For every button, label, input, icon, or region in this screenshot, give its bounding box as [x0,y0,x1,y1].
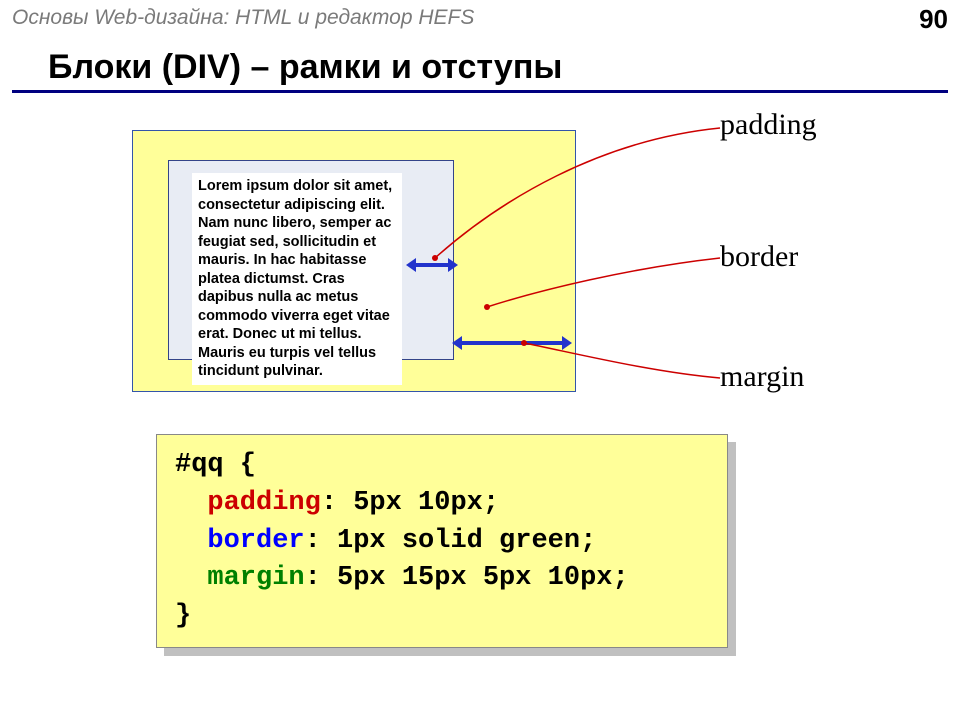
padding-arrow-icon [406,258,458,272]
label-border: border [720,240,798,274]
page-title: Блоки (DIV) – рамки и отступы [48,48,562,87]
code-padding-keyword: padding [207,488,320,518]
code-margin-value: : 5px 15px 5px 10px; [305,563,629,593]
code-border-keyword: border [207,526,304,556]
code-padding-value: : 5px 10px; [321,488,499,518]
code-margin-keyword: margin [207,563,304,593]
content-box: Lorem ipsum dolor sit amet, consectetur … [192,173,402,385]
margin-arrow-icon [452,336,572,350]
page-number: 90 [919,4,948,35]
label-padding: padding [720,108,817,142]
slide: Основы Web-дизайна: HTML и редактор HEFS… [0,0,960,720]
code-selector: #qq { [175,450,256,480]
title-underline [12,90,948,93]
label-margin: margin [720,360,804,394]
header-bar: Основы Web-дизайна: HTML и редактор HEFS… [12,6,948,34]
code-block: #qq { padding: 5px 10px; border: 1px sol… [156,434,728,648]
breadcrumb: Основы Web-дизайна: HTML и редактор HEFS [12,6,474,29]
code-close: } [175,601,191,631]
code-border-value: : 1px solid green; [305,526,597,556]
